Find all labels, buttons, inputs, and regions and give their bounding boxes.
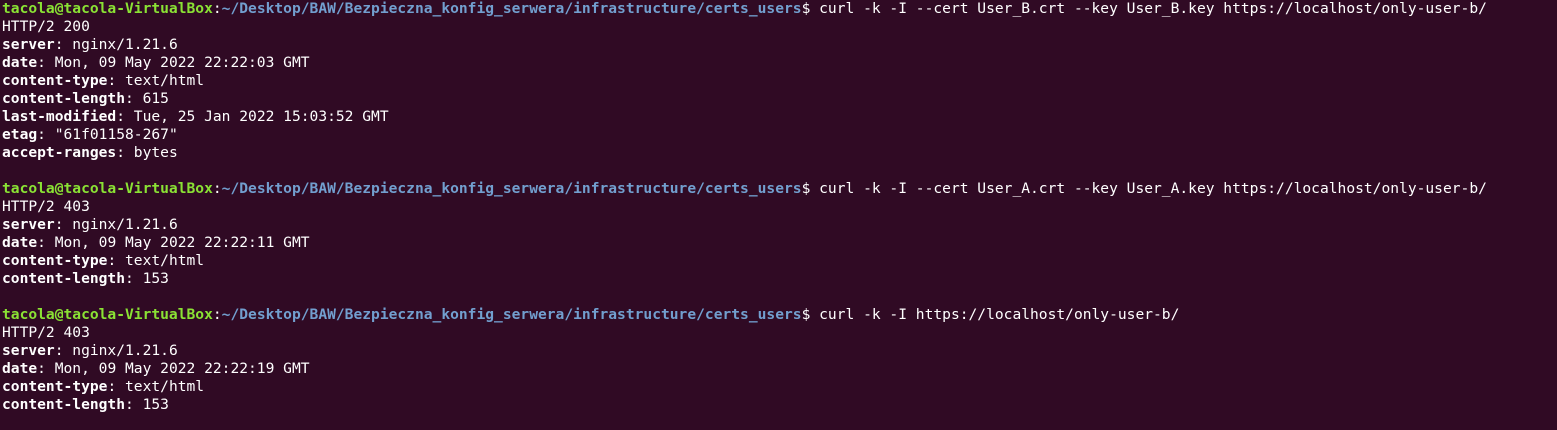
header-line: content-type: text/html [2, 252, 1557, 270]
prompt-user-host: tacola@tacola-VirtualBox [2, 180, 213, 197]
prompt-user-host: tacola@tacola-VirtualBox [2, 0, 213, 17]
header-key: content-length [2, 396, 126, 413]
prompt-colon: : [212, 306, 222, 323]
prompt-colon: : [212, 180, 222, 197]
header-value: : nginx/1.21.6 [54, 216, 178, 233]
header-value: : 153 [125, 396, 169, 413]
status-line: HTTP/2 403 [2, 324, 90, 341]
header-line: content-type: text/html [2, 378, 1557, 396]
prompt-line: tacola@tacola-VirtualBox:~/Desktop/BAW/B… [2, 180, 1557, 198]
prompt-line: tacola@tacola-VirtualBox:~/Desktop/BAW/B… [2, 306, 1557, 324]
command-text: curl -k -I --cert User_A.crt --key User_… [810, 180, 1487, 197]
header-key: content-type [2, 378, 108, 395]
prompt-user-host: tacola@tacola-VirtualBox [2, 306, 213, 323]
header-value: : 153 [125, 270, 169, 287]
header-line: accept-ranges: bytes [2, 144, 1557, 162]
header-key: server [2, 342, 55, 359]
prompt-line: tacola@tacola-VirtualBox:~/Desktop/BAW/B… [2, 0, 1557, 18]
status-line: HTTP/2 403 [2, 198, 90, 215]
header-key: content-type [2, 252, 108, 269]
header-value: : nginx/1.21.6 [54, 36, 178, 53]
header-line: content-type: text/html [2, 72, 1557, 90]
prompt-path: ~/Desktop/BAW/Bezpieczna_konfig_serwera/… [221, 306, 802, 323]
header-line: server: nginx/1.21.6 [2, 36, 1557, 54]
header-key: date [2, 360, 38, 377]
header-value: : 615 [125, 90, 169, 107]
header-key: content-length [2, 90, 126, 107]
header-line: content-length: 153 [2, 396, 1557, 414]
header-value: : Mon, 09 May 2022 22:22:19 GMT [37, 360, 310, 377]
terminal-window[interactable]: tacola@tacola-VirtualBox:~/Desktop/BAW/B… [0, 0, 1557, 430]
header-line: server: nginx/1.21.6 [2, 342, 1557, 360]
command-text: curl -k -I --cert User_B.crt --key User_… [810, 0, 1487, 17]
header-value: : nginx/1.21.6 [54, 342, 178, 359]
header-value: : text/html [107, 252, 205, 269]
command-text: curl -k -I https://localhost/only-user-b… [810, 306, 1180, 323]
header-key: date [2, 234, 38, 251]
header-key: content-type [2, 72, 108, 89]
header-value: : Mon, 09 May 2022 22:22:03 GMT [37, 54, 310, 71]
header-value: : Mon, 09 May 2022 22:22:11 GMT [37, 234, 310, 251]
header-key: date [2, 54, 38, 71]
header-line: date: Mon, 09 May 2022 22:22:03 GMT [2, 54, 1557, 72]
header-line: content-length: 153 [2, 270, 1557, 288]
header-line: date: Mon, 09 May 2022 22:22:11 GMT [2, 234, 1557, 252]
prompt-path: ~/Desktop/BAW/Bezpieczna_konfig_serwera/… [221, 0, 802, 17]
header-value: : "61f01158-267" [37, 126, 178, 143]
status-line: HTTP/2 200 [2, 18, 90, 35]
prompt-path: ~/Desktop/BAW/Bezpieczna_konfig_serwera/… [221, 180, 802, 197]
header-key: content-length [2, 270, 126, 287]
header-line: server: nginx/1.21.6 [2, 216, 1557, 234]
header-line: date: Mon, 09 May 2022 22:22:19 GMT [2, 360, 1557, 378]
header-key: last-modified [2, 108, 117, 125]
header-key: server [2, 36, 55, 53]
header-value: : text/html [107, 378, 205, 395]
header-key: etag [2, 126, 38, 143]
header-value: : text/html [107, 72, 205, 89]
header-line: last-modified: Tue, 25 Jan 2022 15:03:52… [2, 108, 1557, 126]
header-line: content-length: 615 [2, 90, 1557, 108]
header-value: : Tue, 25 Jan 2022 15:03:52 GMT [116, 108, 389, 125]
header-line: etag: "61f01158-267" [2, 126, 1557, 144]
header-key: server [2, 216, 55, 233]
header-value: : bytes [116, 144, 178, 161]
prompt-colon: : [212, 0, 222, 17]
header-key: accept-ranges [2, 144, 117, 161]
